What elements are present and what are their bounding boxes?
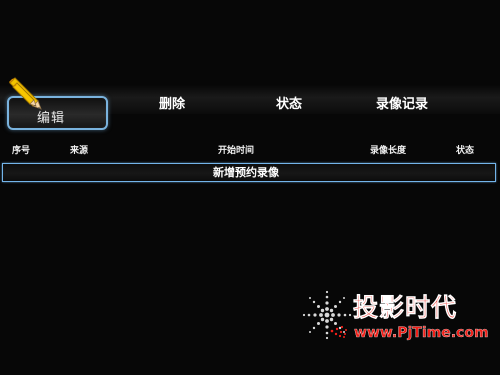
column-header-duration: 录像长度 [370, 146, 407, 156]
column-header-start-time: 开始时间 [218, 146, 255, 156]
edit-button-label: 编辑 [37, 111, 66, 126]
column-header-index: 序号 [12, 146, 31, 156]
status-menu-item[interactable]: 状态 [276, 98, 302, 111]
pvr-screen: 编辑 删除 状态 录像记录 序号 来源 开始时间 录像长度 状态 新增预约录像 [0, 0, 500, 375]
new-recording-row[interactable]: 新增预约录像 [2, 163, 496, 182]
watermark: 投影时代 www.PjTime.com [298, 286, 489, 356]
new-recording-label: 新增预约录像 [213, 166, 279, 179]
watermark-url: www.PjTime.com [354, 325, 489, 341]
pencil-icon [9, 77, 42, 110]
delete-menu-item[interactable]: 删除 [159, 98, 185, 111]
record-log-menu-item[interactable]: 录像记录 [376, 98, 428, 111]
column-header-state: 状态 [456, 146, 475, 156]
dot-fan-logo-icon [302, 290, 352, 340]
watermark-title: 投影时代 [353, 293, 458, 322]
column-header-source: 来源 [70, 146, 89, 156]
